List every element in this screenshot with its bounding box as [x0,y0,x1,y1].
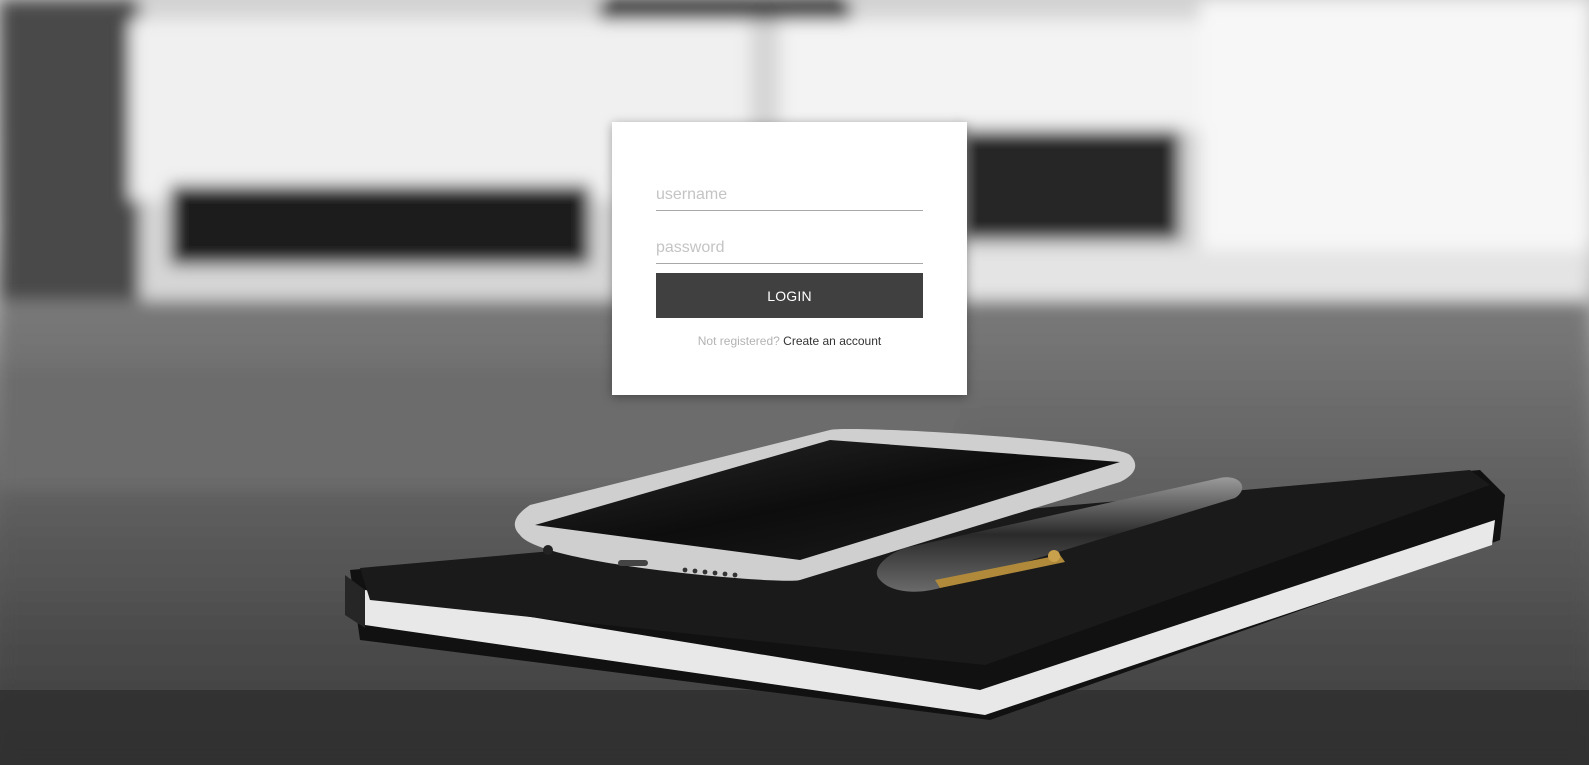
username-input[interactable] [656,180,923,211]
register-prompt-line: Not registered? Create an account [612,334,967,348]
password-input[interactable] [656,233,923,264]
page-background: LOGIN Not registered? Create an account [0,0,1589,765]
create-account-link[interactable]: Create an account [783,334,881,348]
login-card: LOGIN Not registered? Create an account [612,122,967,395]
register-prompt: Not registered? [697,334,784,348]
login-button[interactable]: LOGIN [656,273,923,318]
